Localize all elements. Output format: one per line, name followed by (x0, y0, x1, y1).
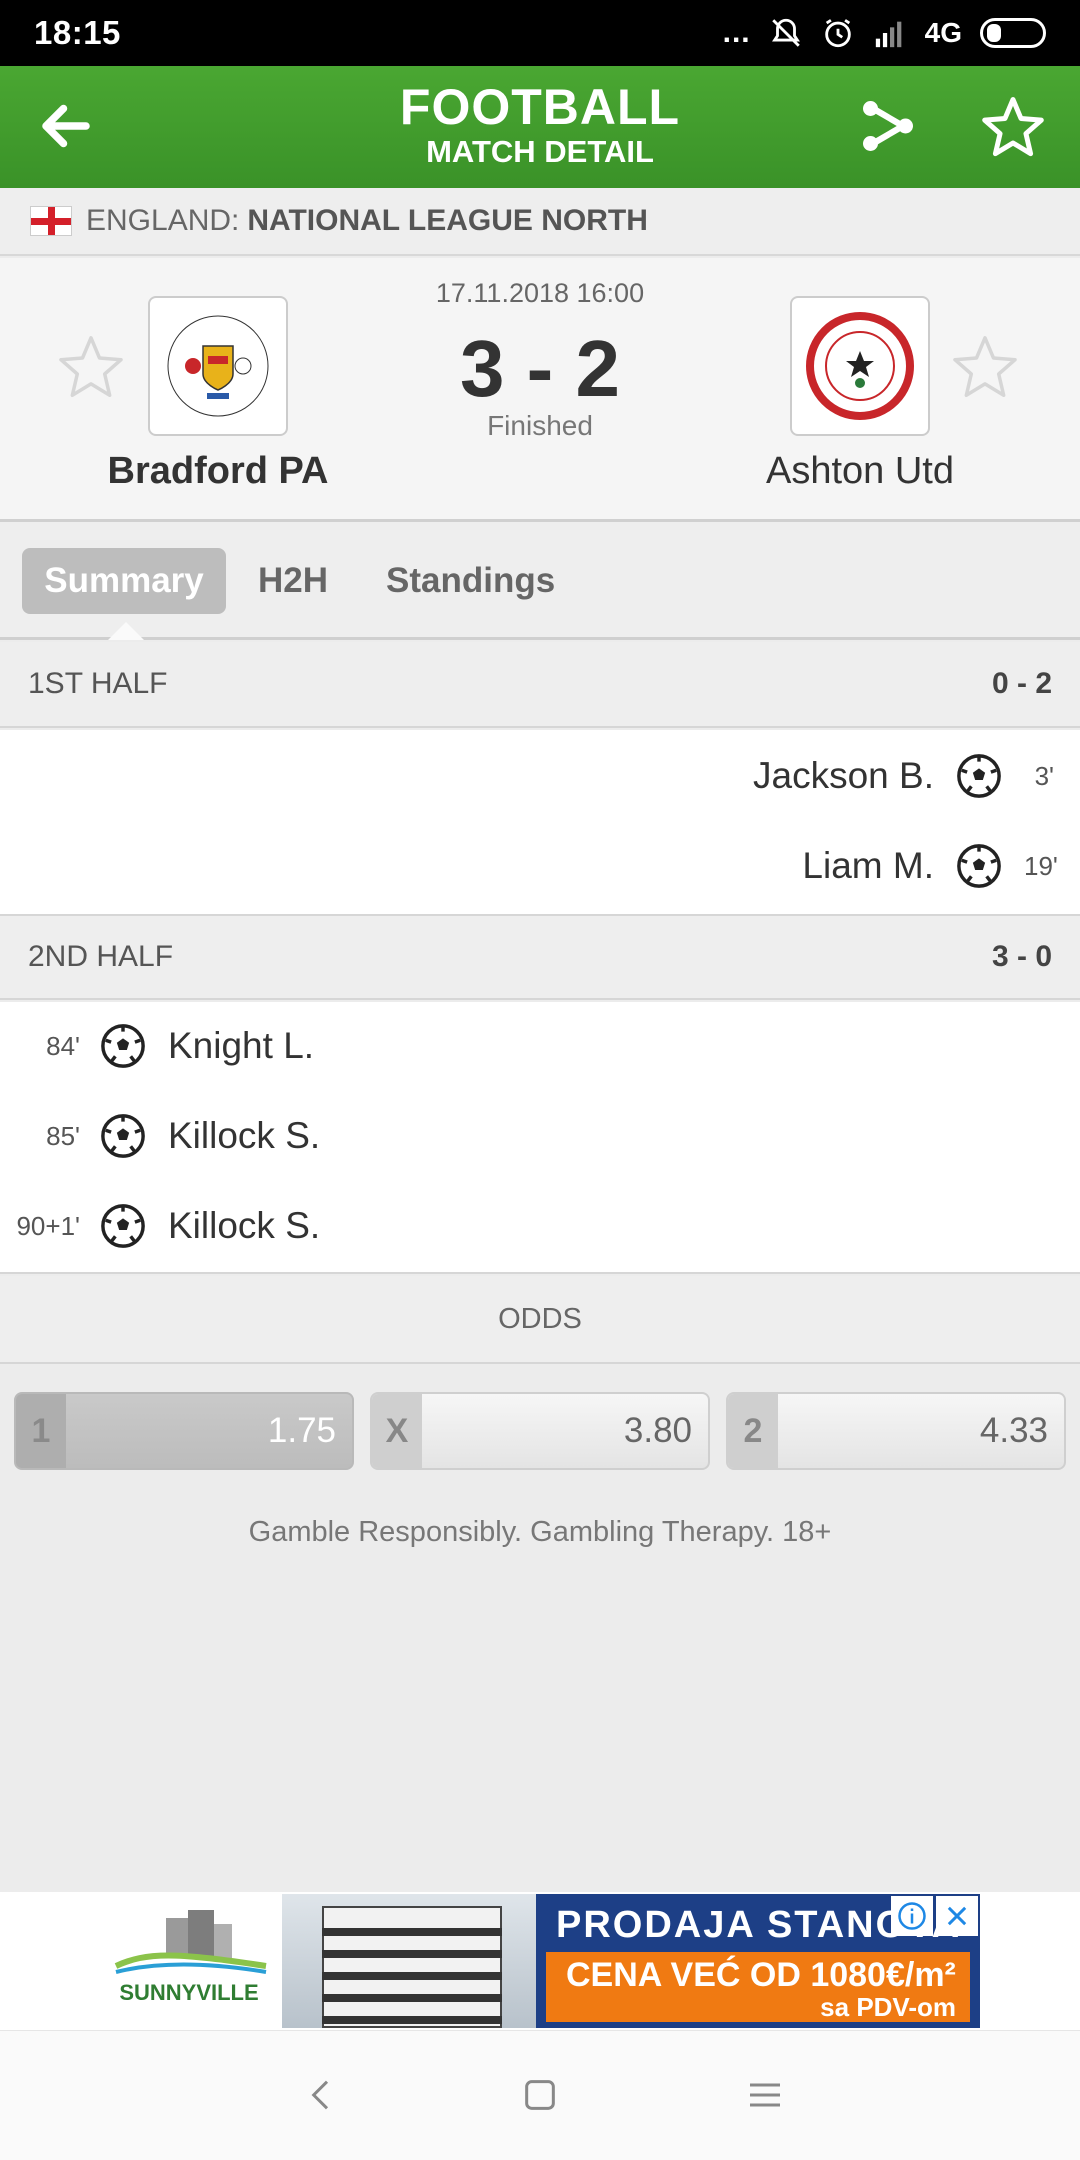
odds-draw-button[interactable]: X 3.80 (370, 1392, 710, 1470)
first-half-header: 1ST HALF 0 - 2 (0, 642, 1080, 728)
odds-value: 1.75 (267, 1411, 336, 1450)
odds-home-button[interactable]: 1 1.75 (14, 1392, 354, 1470)
odds-label: X (372, 1394, 422, 1468)
odds-value: 3.80 (623, 1411, 692, 1450)
odds-header: ODDS (0, 1276, 1080, 1364)
league-country: ENGLAND: (86, 204, 240, 237)
tab-h2h[interactable]: H2H (258, 548, 328, 614)
first-half-label: 1ST HALF (28, 667, 168, 700)
soccer-ball-icon (101, 1114, 145, 1158)
second-half-events: 84' Knight L. 85' Killock S. 90+1' Killo… (0, 1002, 1080, 1274)
favorite-star-icon[interactable] (980, 94, 1046, 160)
sunnyville-logo-icon: SUNNYVILLE (114, 1910, 267, 2005)
away-team-name[interactable]: Ashton Utd (710, 450, 1010, 493)
ad-banner[interactable]: SUNNYVILLE PRODAJA STANOVA CENA VEĆ OD 1… (96, 1894, 980, 2028)
ad-brand-name: SUNNYVILLE (119, 1980, 258, 2005)
nav-back-icon[interactable] (302, 2075, 342, 2115)
first-half-score: 0 - 2 (991, 667, 1052, 700)
england-flag-icon (30, 206, 72, 236)
odds-value: 4.33 (979, 1411, 1048, 1450)
header-subtitle: MATCH DETAIL (426, 134, 654, 169)
app-header: FOOTBALL MATCH DETAIL (0, 66, 1080, 188)
tab-summary[interactable]: Summary (22, 548, 226, 640)
gamble-disclaimer[interactable]: Gamble Responsibly. Gambling Therapy. 18… (0, 1516, 1080, 1549)
odds-label: 2 (728, 1394, 778, 1468)
ad-offer-box: CENA VEĆ OD 1080€/m² sa PDV-om (546, 1952, 970, 2022)
incident-player: Jackson B. (753, 755, 934, 796)
signal-icon (875, 21, 901, 48)
incident-row[interactable]: Jackson B. 3' (753, 746, 1054, 806)
status-bar: 18:15 ... 4G (0, 0, 1080, 66)
alarm-icon (824, 19, 851, 48)
bell-muted-icon (771, 18, 800, 47)
incident-minute: 85' (46, 1120, 80, 1151)
home-team-name[interactable]: Bradford PA (68, 450, 368, 493)
share-icon[interactable] (858, 96, 918, 156)
incident-minute: 3' (1034, 760, 1054, 791)
second-half-label: 2ND HALF (28, 940, 174, 973)
header-title: FOOTBALL (399, 79, 681, 135)
nav-menu-icon[interactable] (745, 2075, 785, 2115)
header-titles: FOOTBALL MATCH DETAIL (0, 80, 1080, 170)
soccer-ball-icon (957, 754, 1001, 798)
match-header: Bradford PA 17.11.2018 16:00 3 - 2 Finis… (0, 258, 1080, 522)
incident-player: Liam M. (802, 845, 934, 886)
incident-row[interactable]: 84' Knight L. (10, 1016, 314, 1076)
league-name: NATIONAL LEAGUE NORTH (247, 204, 648, 237)
incident-row[interactable]: 90+1' Killock S. (10, 1196, 320, 1256)
incident-player: Killock S. (168, 1205, 321, 1246)
more-notifications-icon: ... (722, 16, 751, 49)
away-favorite-star-icon[interactable] (950, 332, 1020, 402)
tab-standings[interactable]: Standings (386, 548, 555, 614)
ad-brand-logo: SUNNYVILLE (96, 1894, 282, 2028)
odds-away-button[interactable]: 2 4.33 (726, 1392, 1066, 1470)
ad-building-image (282, 1894, 536, 2028)
nav-home-icon[interactable] (520, 2075, 560, 2115)
incident-player: Knight L. (168, 1025, 315, 1066)
away-team-logo[interactable] (790, 296, 930, 436)
incident-minute: 84' (46, 1030, 80, 1061)
network-type: 4G (924, 17, 962, 48)
second-half-header: 2ND HALF 3 - 0 (0, 914, 1080, 1000)
incident-player: Killock S. (168, 1115, 321, 1156)
incident-row[interactable]: Liam M. 19' (802, 836, 1058, 896)
ashton-crest-icon (806, 312, 914, 420)
soccer-ball-icon (101, 1204, 145, 1248)
status-icons: ... 4G (723, 16, 1046, 50)
odds-label: 1 (16, 1394, 66, 1468)
tab-bar: Summary H2H Standings (0, 522, 1080, 640)
soccer-ball-icon (957, 844, 1001, 888)
ad-close-icon[interactable] (936, 1896, 978, 1936)
incident-row[interactable]: 85' Killock S. (10, 1106, 320, 1166)
league-bar[interactable]: ENGLAND: NATIONAL LEAGUE NORTH (0, 188, 1080, 256)
incident-minute: 90+1' (16, 1210, 80, 1241)
incident-minute: 19' (1024, 850, 1058, 881)
battery-icon (980, 18, 1046, 48)
first-half-events: Jackson B. 3' Liam M. 19' (0, 730, 1080, 914)
soccer-ball-icon (101, 1024, 145, 1068)
status-time: 18:15 (34, 14, 121, 51)
ad-info-icon[interactable] (891, 1896, 933, 1936)
system-nav-bar (0, 2030, 1080, 2160)
ad-offer-note: sa PDV-om (820, 1992, 956, 2022)
ad-offer: CENA VEĆ OD 1080€/m² (566, 1956, 956, 1994)
second-half-score: 3 - 0 (991, 940, 1052, 973)
